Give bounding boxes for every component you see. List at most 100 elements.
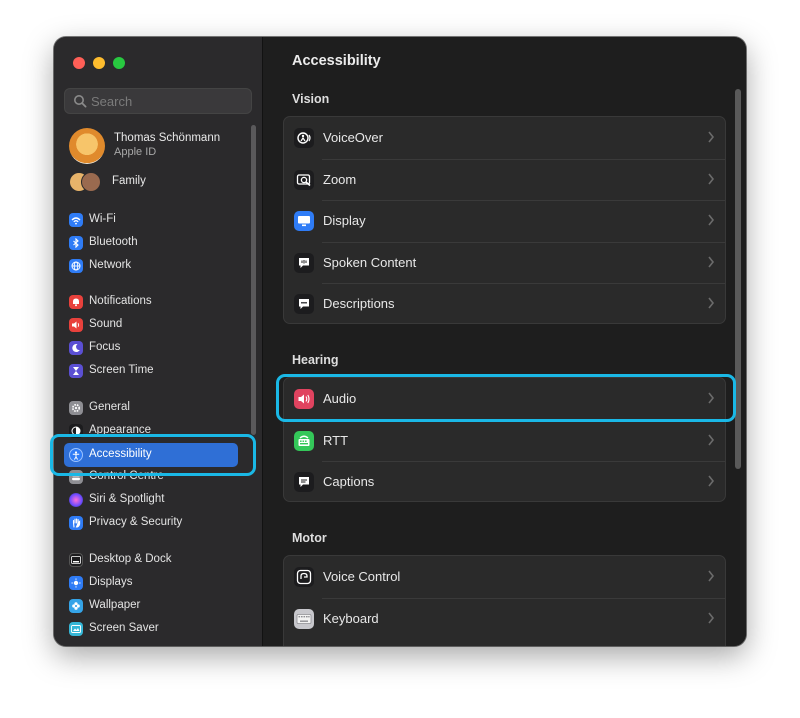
- hourglass-icon: [69, 364, 83, 378]
- main-scrollbar[interactable]: [735, 89, 741, 469]
- avatar: [69, 128, 105, 164]
- bluetooth-icon: [69, 236, 83, 250]
- sidebar-item-bluetooth[interactable]: Bluetooth: [64, 233, 238, 253]
- wifi-icon: [69, 213, 83, 227]
- row-spoken-content[interactable]: Spoken Content: [284, 241, 725, 284]
- siri-icon: [69, 493, 83, 507]
- sidebar-item-label: Network: [89, 259, 132, 271]
- profile-subtitle: Apple ID: [114, 146, 157, 158]
- motor-group: Voice Control Keyboard: [283, 555, 726, 646]
- sidebar-scrollbar[interactable]: [251, 125, 256, 435]
- row-label: RTT: [323, 432, 349, 448]
- family-label: Family: [112, 175, 146, 187]
- profile-name: Thomas Schönmann: [114, 132, 221, 144]
- section-title-motor: Motor: [292, 531, 327, 545]
- sidebar-item-displays[interactable]: Displays: [64, 573, 238, 593]
- chevron-right-icon: [708, 131, 715, 143]
- row-audio[interactable]: Audio: [284, 378, 725, 420]
- sidebar-item-label: Bluetooth: [89, 236, 138, 248]
- row-keyboard[interactable]: Keyboard: [284, 597, 725, 640]
- speaker-icon: [69, 318, 83, 332]
- globe-icon: [69, 259, 83, 273]
- dock-icon: [69, 553, 83, 567]
- voice-control-icon: [294, 567, 314, 587]
- row-label: Audio: [323, 391, 357, 406]
- row-label: Captions: [323, 474, 375, 490]
- sidebar-item-network[interactable]: Network: [64, 256, 238, 276]
- speech-bubble-icon: [294, 252, 314, 273]
- row-captions[interactable]: Captions: [284, 461, 725, 501]
- sidebar-item-accessibility[interactable]: Accessibility: [64, 443, 238, 467]
- sidebar-item-screen-time[interactable]: Screen Time: [64, 361, 238, 381]
- sidebar-item-label: Screen Time: [89, 364, 154, 376]
- row-label: Voice Control: [323, 569, 401, 584]
- row-descriptions[interactable]: Descriptions: [284, 283, 725, 323]
- sidebar-item-screen-saver[interactable]: Screen Saver: [64, 619, 238, 639]
- hearing-group: Audio RTT Captions: [283, 377, 726, 502]
- sidebar-item-label: Wallpaper: [89, 599, 141, 611]
- close-window-button[interactable]: [73, 57, 85, 69]
- sidebar-item-siri-spotlight[interactable]: Siri & Spotlight: [64, 490, 238, 510]
- sidebar-item-general[interactable]: General: [64, 398, 238, 418]
- bell-icon: [69, 295, 83, 309]
- chevron-right-icon: [708, 434, 715, 446]
- sidebar-item-label: Siri & Spotlight: [89, 493, 165, 505]
- apple-id-profile[interactable]: Thomas Schönmann Apple ID: [69, 128, 249, 166]
- sidebar-item-wallpaper[interactable]: Wallpaper: [64, 596, 238, 616]
- sidebar-item-label: General: [89, 401, 130, 413]
- row-voiceover[interactable]: VoiceOver: [284, 117, 725, 159]
- zoom-window-button[interactable]: [113, 57, 125, 69]
- main-content: Accessibility Vision VoiceOver Zoom Disp…: [263, 37, 746, 646]
- row-label: Descriptions: [323, 296, 395, 312]
- sidebar-item-sound[interactable]: Sound: [64, 315, 238, 335]
- section-title-vision: Vision: [292, 92, 330, 106]
- flower-icon: [69, 599, 83, 613]
- moon-icon: [69, 341, 83, 355]
- sidebar-item-focus[interactable]: Focus: [64, 338, 238, 358]
- sidebar-item-label: Notifications: [89, 295, 152, 307]
- sidebar-item-privacy-security[interactable]: Privacy & Security: [64, 513, 238, 533]
- voiceover-icon: [294, 128, 314, 148]
- rtt-icon: [294, 430, 314, 451]
- sidebar-item-desktop-dock[interactable]: Desktop & Dock: [64, 550, 238, 570]
- hand-icon: [69, 516, 83, 530]
- zoom-icon: [294, 169, 314, 190]
- sidebar-item-notifications[interactable]: Notifications: [64, 292, 238, 312]
- display-icon: [294, 211, 314, 232]
- row-label: Display: [323, 213, 366, 229]
- chevron-right-icon: [708, 612, 715, 624]
- page-title: Accessibility: [292, 53, 381, 69]
- row-display[interactable]: Display: [284, 200, 725, 242]
- minimize-window-button[interactable]: [93, 57, 105, 69]
- keyboard-icon: [294, 608, 314, 629]
- search-input[interactable]: [91, 89, 246, 113]
- sidebar-item-label: Appearance: [89, 424, 152, 436]
- search-field[interactable]: [64, 88, 252, 114]
- chevron-right-icon: [708, 297, 715, 309]
- section-title-hearing: Hearing: [292, 353, 339, 367]
- captions-icon: [294, 472, 314, 493]
- row-voice-control[interactable]: Voice Control: [284, 556, 725, 598]
- sidebar: Thomas Schönmann Apple ID Family Wi-Fi B…: [54, 37, 263, 646]
- sidebar-item-wifi[interactable]: Wi-Fi: [64, 210, 238, 230]
- sidebar-item-label: Control Centre: [89, 470, 164, 482]
- sidebar-item-appearance[interactable]: Appearance: [64, 421, 238, 441]
- sidebar-item-label: Sound: [89, 318, 123, 330]
- sidebar-item-label: Desktop & Dock: [89, 553, 172, 565]
- sidebar-item-label: Screen Saver: [89, 622, 159, 634]
- row-zoom[interactable]: Zoom: [284, 158, 725, 201]
- audio-icon: [294, 389, 314, 409]
- row-label: VoiceOver: [323, 130, 383, 145]
- row-label: Zoom: [323, 171, 357, 187]
- chevron-right-icon: [708, 214, 715, 226]
- gear-icon: [69, 401, 83, 415]
- row-rtt[interactable]: RTT: [284, 419, 725, 462]
- chevron-right-icon: [708, 173, 715, 185]
- sidebar-item-control-centre[interactable]: Control Centre: [64, 467, 238, 487]
- description-bubble-icon: [294, 294, 314, 315]
- sun-icon: [69, 576, 83, 590]
- sidebar-item-label: Wi-Fi: [89, 213, 116, 225]
- row-label: Spoken Content: [323, 254, 417, 270]
- family-item[interactable]: Family: [69, 172, 249, 192]
- chevron-right-icon: [708, 256, 715, 268]
